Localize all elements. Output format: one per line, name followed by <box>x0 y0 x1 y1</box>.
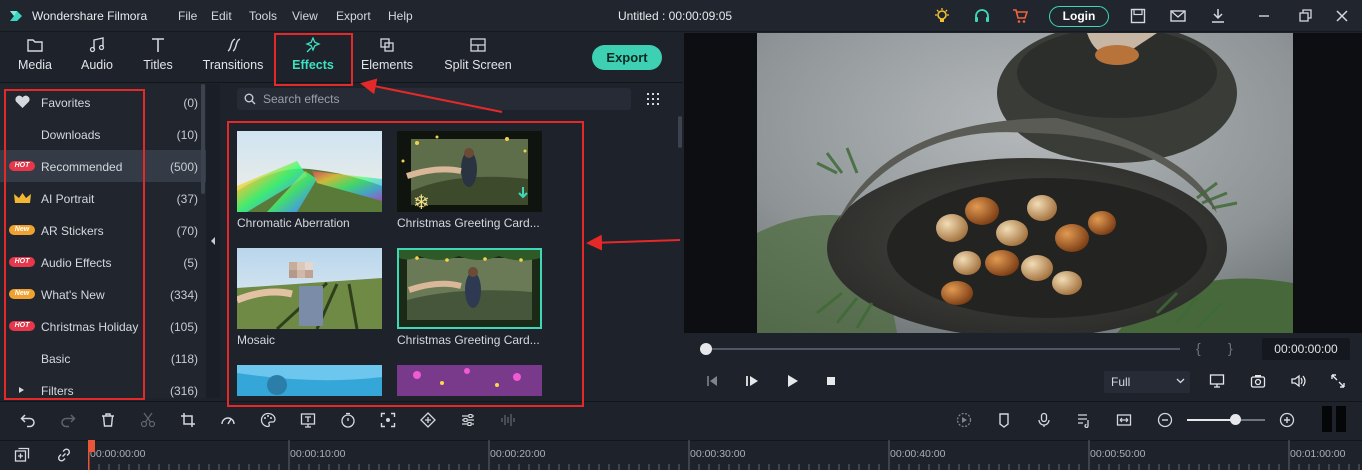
search-icon <box>244 93 256 105</box>
delete-icon[interactable] <box>100 412 116 428</box>
search-input[interactable] <box>263 90 623 108</box>
preview-scrubber-handle[interactable] <box>700 343 712 355</box>
close-icon[interactable] <box>1333 7 1351 25</box>
folder-icon <box>27 39 43 52</box>
tab-split-screen[interactable]: Split Screen <box>440 37 516 79</box>
annotation-box-effects-grid <box>227 121 584 407</box>
timeline-label: 00:00:50:00 <box>1090 448 1146 460</box>
title-bar: Wondershare Filmora File Edit Tools View… <box>0 0 1362 32</box>
stop-icon[interactable] <box>823 373 839 389</box>
transition-icon <box>227 38 241 52</box>
speed-icon[interactable] <box>220 412 236 428</box>
render-preview-icon[interactable] <box>956 412 972 428</box>
app-name: Wondershare Filmora <box>32 9 148 23</box>
play-icon[interactable] <box>784 373 800 389</box>
microphone-icon[interactable] <box>1036 412 1052 428</box>
restore-icon[interactable] <box>1296 7 1314 25</box>
elements-icon <box>380 38 394 52</box>
undo-icon[interactable] <box>20 412 36 428</box>
mark-in-bracket[interactable]: { <box>1196 340 1201 356</box>
volume-icon[interactable] <box>1290 373 1306 389</box>
redo-icon[interactable] <box>60 412 76 428</box>
display-settings-icon[interactable] <box>1209 373 1225 389</box>
filmora-logo-icon <box>10 11 22 21</box>
tab-elements[interactable]: Elements <box>357 37 417 79</box>
marker-icon[interactable] <box>996 412 1012 428</box>
split-screen-icon <box>470 38 486 52</box>
fit-timeline-icon[interactable] <box>1116 412 1132 428</box>
search-box[interactable] <box>237 88 631 110</box>
grid-view-icon[interactable] <box>646 92 660 106</box>
audio-waveform-icon[interactable] <box>500 412 516 428</box>
menu-view[interactable]: View <box>292 9 318 23</box>
snapshot-camera-icon[interactable] <box>1250 373 1266 389</box>
collapse-sidebar-icon[interactable] <box>208 236 218 246</box>
tab-media[interactable]: Media <box>14 37 56 79</box>
minimize-icon[interactable] <box>1255 7 1273 25</box>
text-t-icon <box>152 38 164 52</box>
document-title: Untitled : 00:00:09:05 <box>617 9 733 23</box>
preview-timecode: 00:00:00:00 <box>1262 338 1350 360</box>
mail-icon[interactable] <box>1169 7 1187 25</box>
mark-out-bracket[interactable]: } <box>1228 340 1233 356</box>
add-track-icon[interactable] <box>14 447 30 463</box>
color-palette-icon[interactable] <box>260 412 276 428</box>
menu-file[interactable]: File <box>178 9 197 23</box>
music-note-icon <box>89 37 105 53</box>
filmora-window: Wondershare Filmora File Edit Tools View… <box>0 0 1362 470</box>
playback-quality-select[interactable]: Full <box>1104 371 1190 393</box>
menu-tools[interactable]: Tools <box>249 9 277 23</box>
menu-export[interactable]: Export <box>336 9 371 23</box>
auto-reframe-icon[interactable] <box>380 412 396 428</box>
timeline-label: 00:00:40:00 <box>890 448 946 460</box>
previous-frame-icon[interactable] <box>704 373 720 389</box>
login-button[interactable]: Login <box>1049 6 1109 27</box>
timeline-label: 00:00:10:00 <box>290 448 346 460</box>
effects-scrollbar[interactable] <box>678 116 682 148</box>
green-screen-icon[interactable] <box>300 412 316 428</box>
menu-edit[interactable]: Edit <box>211 9 232 23</box>
timeline-panel-toggle-icon[interactable] <box>1320 405 1348 433</box>
zoom-slider-fill <box>1187 419 1235 421</box>
zoom-slider-handle[interactable] <box>1230 414 1241 425</box>
headset-support-icon[interactable] <box>973 7 991 25</box>
tab-titles[interactable]: Titles <box>137 37 179 79</box>
voiceover-list-icon[interactable] <box>1076 412 1092 428</box>
sidebar-scrollbar[interactable] <box>201 84 205 194</box>
lightbulb-icon[interactable] <box>933 7 951 25</box>
preview-scrubber-track[interactable] <box>706 348 1180 350</box>
zoom-out-icon[interactable] <box>1157 412 1173 428</box>
save-icon[interactable] <box>1129 7 1147 25</box>
timeline-playhead[interactable] <box>88 440 95 470</box>
link-icon[interactable] <box>56 447 72 463</box>
zoom-in-icon[interactable] <box>1279 412 1295 428</box>
crop-icon[interactable] <box>180 412 196 428</box>
menu-help[interactable]: Help <box>388 9 413 23</box>
split-scissors-icon[interactable] <box>140 412 156 428</box>
download-icon[interactable] <box>1209 7 1227 25</box>
export-button[interactable]: Export <box>592 45 662 70</box>
video-preview <box>757 33 1293 333</box>
tab-audio[interactable]: Audio <box>76 37 118 79</box>
timeline-label: 00:01:00:00 <box>1290 448 1346 460</box>
keyframe-icon[interactable] <box>420 412 436 428</box>
play-frame-icon[interactable] <box>744 373 760 389</box>
annotation-box-categories <box>4 89 145 400</box>
chevron-down-icon <box>1176 378 1185 384</box>
tab-transitions[interactable]: Transitions <box>201 37 265 79</box>
cart-icon[interactable] <box>1011 7 1029 25</box>
timeline-label: 00:00:00:00 <box>90 448 146 460</box>
timeline-label: 00:00:30:00 <box>690 448 746 460</box>
duration-timer-icon[interactable] <box>340 412 356 428</box>
annotation-box-effects-tab <box>274 33 353 86</box>
fullscreen-icon[interactable] <box>1330 373 1346 389</box>
timeline-label: 00:00:20:00 <box>490 448 546 460</box>
adjust-sliders-icon[interactable] <box>460 412 476 428</box>
